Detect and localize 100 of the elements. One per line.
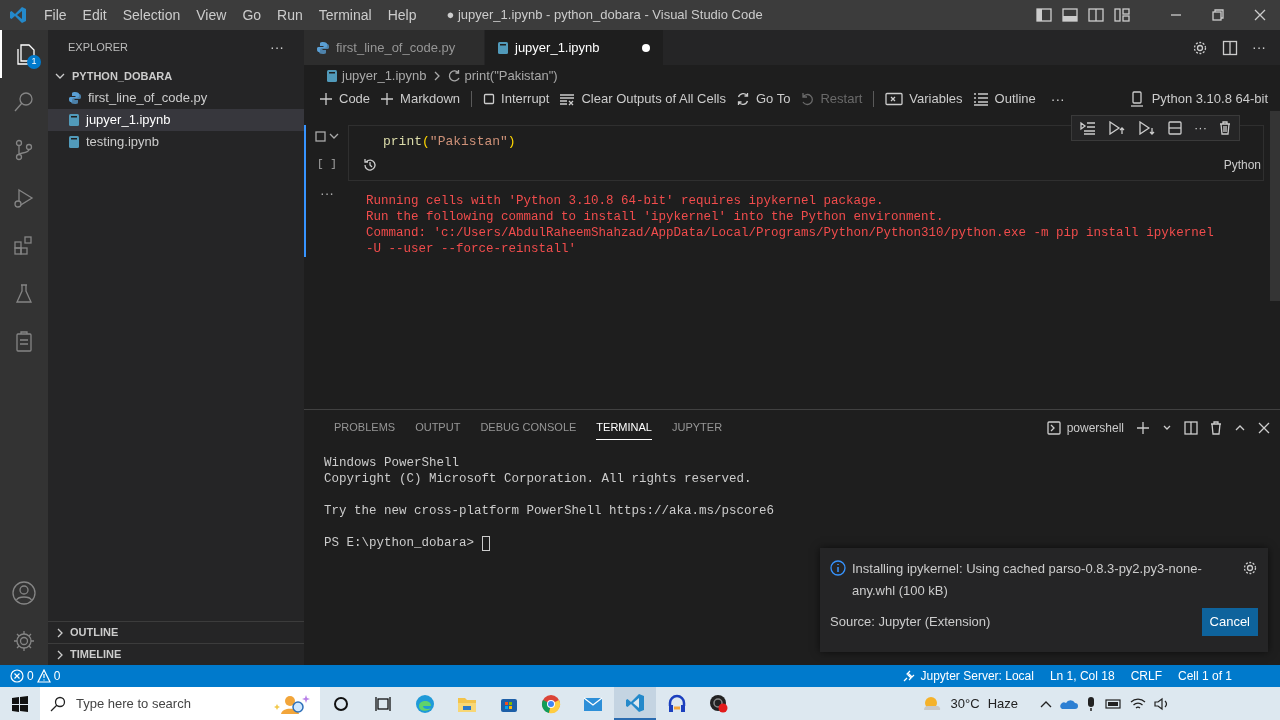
history-icon[interactable] bbox=[363, 158, 377, 172]
menu-item[interactable]: Run bbox=[269, 2, 311, 28]
kernel-picker[interactable]: Python 3.10.8 64-bit bbox=[1129, 89, 1268, 109]
taskbar-search-field[interactable]: Type here to search bbox=[40, 687, 320, 720]
wifi-icon[interactable] bbox=[1130, 696, 1146, 711]
run-below-icon[interactable] bbox=[1138, 121, 1156, 135]
refresh-icon bbox=[446, 69, 461, 83]
breadcrumb-item[interactable]: print("Pakistan") bbox=[446, 66, 558, 86]
editor-tab[interactable]: first_line_of_code.py bbox=[304, 30, 485, 65]
terminal-icon bbox=[1046, 420, 1061, 435]
panel-tab[interactable]: OUTPUT bbox=[415, 415, 461, 440]
cortana-circle-icon[interactable] bbox=[333, 695, 349, 712]
restore-icon[interactable] bbox=[1212, 9, 1224, 21]
menu-item[interactable]: View bbox=[188, 2, 235, 28]
microphone-icon[interactable] bbox=[1086, 695, 1096, 712]
toolbar-button[interactable]: Clear Outputs of All Cells bbox=[554, 89, 731, 109]
panel-tab[interactable]: TERMINAL bbox=[596, 414, 652, 441]
section-header[interactable]: OUTLINE bbox=[48, 621, 304, 643]
explorer-tree-entry[interactable]: first_line_of_code.py bbox=[48, 87, 304, 109]
recorder-icon[interactable] bbox=[709, 693, 729, 714]
panel-tab[interactable]: DEBUG CONSOLE bbox=[480, 415, 577, 440]
split-editor-icon[interactable] bbox=[1222, 39, 1238, 56]
menu-item[interactable]: Go bbox=[234, 2, 270, 28]
notebook-file-icon bbox=[68, 135, 80, 149]
cancel-button[interactable]: Cancel bbox=[1201, 608, 1258, 636]
weather-condition[interactable]: Haze bbox=[987, 693, 1018, 714]
explorer-tree-entry[interactable]: testing.ipynb bbox=[48, 131, 304, 153]
stop-icon bbox=[483, 93, 496, 105]
headphones-icon[interactable] bbox=[667, 693, 687, 714]
notification-source: Source: Jupyter (Extension) bbox=[830, 613, 991, 631]
notebook-file-icon bbox=[68, 113, 80, 127]
explorer-tree-entry[interactable]: jupyer_1.ipynb bbox=[48, 109, 304, 131]
menu-item[interactable]: Edit bbox=[74, 2, 115, 28]
breadcrumb-item[interactable]: jupyer_1.ipynb bbox=[326, 66, 427, 86]
battery-icon[interactable] bbox=[1104, 697, 1122, 710]
run-above-icon[interactable] bbox=[1108, 121, 1126, 135]
cloud-icon[interactable] bbox=[1060, 697, 1078, 710]
toggle-panel-icon[interactable] bbox=[1062, 8, 1078, 22]
account-icon[interactable] bbox=[11, 580, 37, 606]
terminal-cursor bbox=[482, 535, 491, 551]
notebook-file-icon bbox=[497, 40, 509, 55]
settings-icon[interactable] bbox=[1242, 560, 1258, 576]
status-item[interactable]: CRLF bbox=[1122, 667, 1170, 685]
panel-tab[interactable]: PROBLEMS bbox=[334, 415, 396, 440]
python-file-icon bbox=[68, 91, 82, 105]
notebook-file-icon bbox=[326, 69, 338, 83]
error-output-line: -U --user --force-reinstall' bbox=[366, 241, 578, 257]
search-icon bbox=[50, 695, 66, 712]
menu-item[interactable]: File bbox=[36, 2, 75, 28]
checkbox-icon[interactable] bbox=[314, 130, 326, 142]
error-output-line: Running cells with 'Python 3.10.8 64-bit' requires ipykernel package. bbox=[366, 193, 885, 209]
split-cell-icon[interactable] bbox=[1168, 121, 1182, 135]
error-output-line: Run the following command to install 'ipykernel' into the Python environment. bbox=[366, 209, 945, 225]
plus-icon bbox=[319, 92, 333, 106]
more-actions-button[interactable]: ··· bbox=[270, 37, 284, 58]
close-icon[interactable] bbox=[1258, 421, 1270, 434]
more-actions-button[interactable]: ··· bbox=[1040, 88, 1075, 110]
toolbar-button[interactable]: Interrupt bbox=[478, 89, 555, 109]
terminal-picker[interactable]: powershell bbox=[1046, 418, 1124, 437]
close-icon[interactable] bbox=[1254, 9, 1266, 21]
toolbar-button[interactable]: Variables bbox=[880, 89, 968, 109]
run-by-line-icon[interactable] bbox=[1080, 121, 1096, 135]
search-icon[interactable] bbox=[12, 90, 36, 114]
delete-icon[interactable] bbox=[1219, 121, 1231, 135]
settings-icon[interactable] bbox=[1192, 39, 1208, 56]
problems-status[interactable]: 0 0 bbox=[10, 667, 61, 685]
toolbar-button[interactable]: Go To bbox=[731, 89, 796, 109]
list-icon bbox=[972, 92, 989, 106]
delete-icon[interactable] bbox=[1210, 420, 1222, 435]
task-view-icon[interactable] bbox=[375, 695, 391, 712]
menu-item[interactable]: Terminal bbox=[310, 2, 380, 28]
code-line: print("Pakistan") bbox=[382, 133, 517, 150]
split-terminal-icon[interactable] bbox=[1184, 420, 1198, 435]
browser-swirl-icon[interactable] bbox=[415, 693, 435, 714]
chrome-circle-icon[interactable] bbox=[541, 693, 561, 714]
status-item[interactable]: Cell 1 of 1 bbox=[1169, 667, 1240, 685]
more-actions-button[interactable]: ··· bbox=[1252, 37, 1266, 58]
toggle-sidebar-icon[interactable] bbox=[1036, 8, 1052, 22]
notification-badge: 1 bbox=[27, 55, 41, 69]
vscode-logo-icon[interactable] bbox=[625, 692, 645, 713]
customize-layout-icon[interactable] bbox=[1114, 8, 1130, 22]
mail-envelope-icon[interactable] bbox=[583, 695, 603, 712]
toolbar-button[interactable]: Markdown bbox=[375, 89, 466, 109]
weather-temperature[interactable]: 30°C bbox=[950, 693, 980, 714]
windows-start-icon[interactable] bbox=[12, 695, 28, 712]
menu-item[interactable]: Selection bbox=[114, 2, 189, 28]
output-menu-button[interactable]: ··· bbox=[320, 182, 334, 204]
status-item[interactable]: Ln 1, Col 18 bbox=[1041, 667, 1123, 685]
toolbar-button[interactable]: Outline bbox=[967, 89, 1041, 109]
menu-item[interactable]: Help bbox=[379, 2, 425, 28]
plus-icon[interactable] bbox=[1136, 420, 1150, 435]
status-item[interactable]: Jupyter Server: Local bbox=[893, 667, 1042, 685]
panel-tab[interactable]: JUPYTER bbox=[671, 415, 723, 440]
folder-header[interactable]: PYTHON_DOBARA bbox=[48, 65, 304, 87]
toolbar-button[interactable]: Code bbox=[314, 89, 376, 109]
speaker-icon[interactable] bbox=[1154, 696, 1170, 711]
editor-tab[interactable]: jupyer_1.ipynb bbox=[485, 30, 664, 65]
cell-language[interactable]: Python bbox=[1223, 156, 1261, 174]
split-layout-icon[interactable] bbox=[1088, 8, 1104, 22]
vscode-logo-icon bbox=[9, 6, 27, 24]
